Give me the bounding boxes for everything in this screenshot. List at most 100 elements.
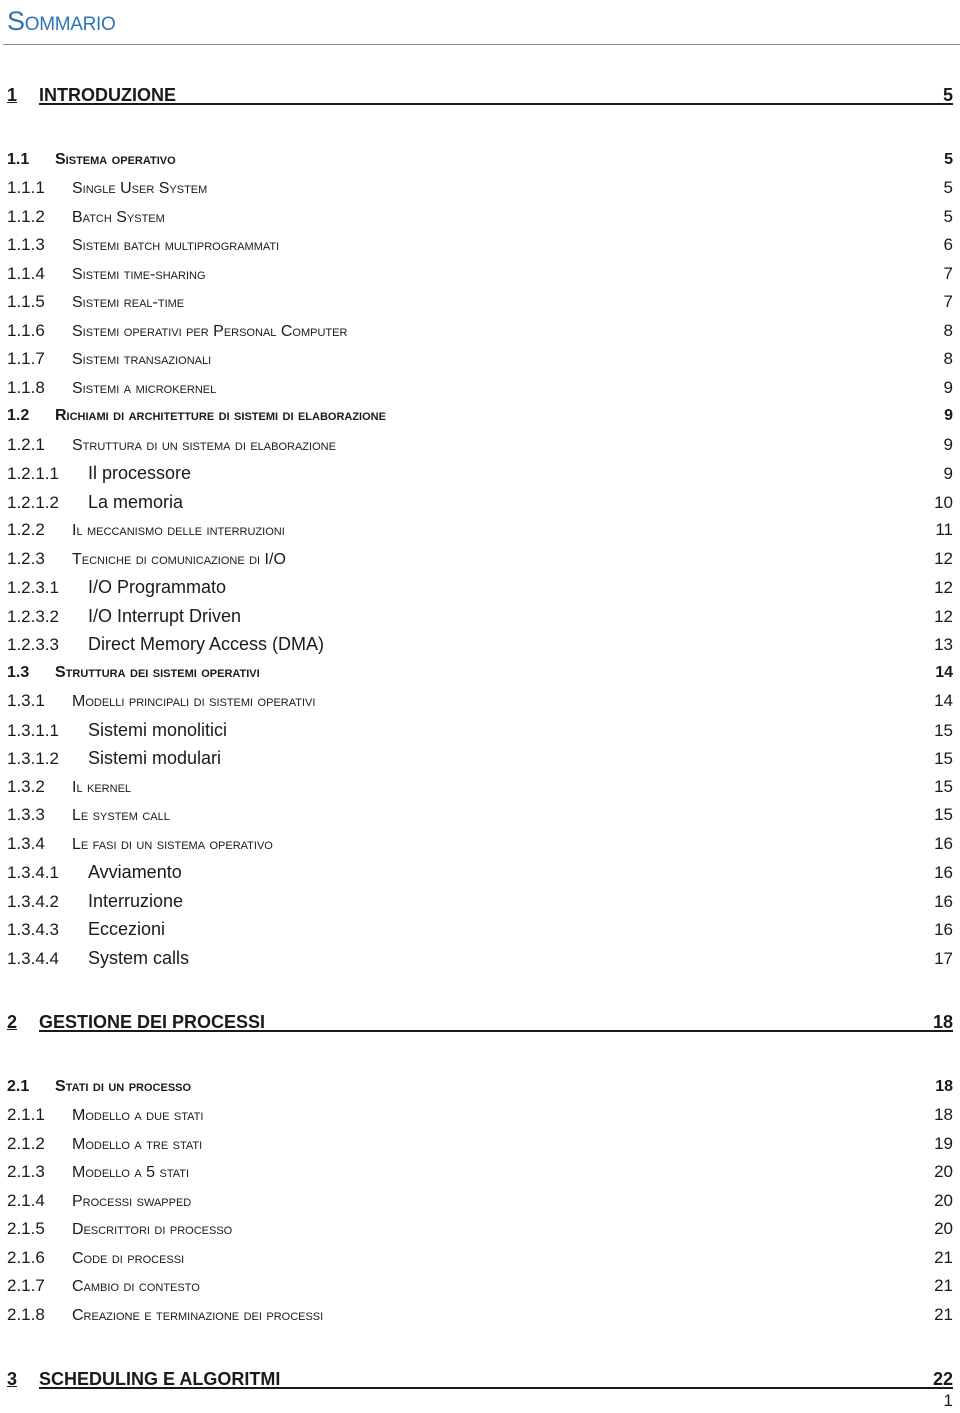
toc-entry[interactable]: 1.3.1.2 Sistemi modulari 15: [7, 745, 953, 771]
toc-entry-label[interactable]: Direct Memory Access (DMA): [88, 631, 934, 657]
toc-entry[interactable]: 1.3.2 Il kernel 15: [7, 774, 953, 800]
toc-entry[interactable]: 1.1.5 Sistemi real-time 7: [7, 289, 953, 315]
toc-entry-label[interactable]: Code di processi: [72, 1246, 934, 1272]
toc-entry[interactable]: 2.1 Stati di un processo 18: [7, 1074, 953, 1100]
toc-entry-page: 7: [943, 263, 953, 283]
toc-entry-page: 21: [934, 1304, 953, 1324]
toc-entry-label[interactable]: Modelli principali di sistemi operativi: [72, 689, 934, 715]
toc-entry-label[interactable]: Creazione e terminazione dei processi: [72, 1303, 934, 1329]
toc-entry-label[interactable]: Processi swapped: [72, 1189, 934, 1215]
toc-entry-page: 21: [934, 1276, 953, 1295]
toc-entry[interactable]: 1.2.3.3 Direct Memory Access (DMA) 13: [7, 631, 953, 657]
toc-entry-page: 16: [934, 863, 953, 882]
toc-entry-number: 2.1.8: [7, 1304, 45, 1324]
toc-entry[interactable]: 2 GESTIONE DEI PROCESSI 18: [7, 1009, 953, 1035]
toc-entry[interactable]: 1.1.1 Single User System 5: [7, 175, 953, 201]
toc-entry-label[interactable]: Le fasi di un sistema operativo: [72, 832, 934, 858]
toc-entry[interactable]: 1.1.8 Sistemi a microkernel 9: [7, 375, 953, 401]
toc-entry[interactable]: 1.2.1.1 Il processore 9: [7, 460, 953, 486]
toc-entry-page: 15: [934, 749, 953, 768]
toc-entry[interactable]: 1.2.1.2 La memoria 10: [7, 489, 953, 515]
page-number: 1: [943, 1391, 953, 1410]
toc-entry-label[interactable]: INTRODUZIONE: [39, 82, 943, 105]
toc-entry[interactable]: 1 INTRODUZIONE 5: [7, 82, 953, 108]
toc-entry-page: 8: [943, 349, 953, 368]
toc-entry[interactable]: 1.1.2 Batch System 5: [7, 204, 953, 230]
toc-entry-label[interactable]: Struttura dei sistemi operativi: [55, 660, 935, 686]
toc-entry-number: 1.2.1: [7, 434, 45, 454]
toc-entry[interactable]: 2.1.7 Cambio di contesto 21: [7, 1273, 953, 1299]
toc-entry-label[interactable]: Sistemi batch multiprogrammati: [72, 233, 944, 259]
toc-entry[interactable]: 1.1.7 Sistemi transazionali 8: [7, 346, 953, 372]
toc-entry-number: 1.1: [7, 150, 30, 168]
toc-entry-label[interactable]: Interruzione: [88, 888, 934, 914]
toc-entry[interactable]: 1.1.6 Sistemi operativi per Personal Comp…: [7, 318, 953, 344]
toc-entry-number: 1: [7, 85, 18, 105]
toc-entry[interactable]: 1.2 Richiami di architetture di sistemi d…: [7, 403, 953, 429]
toc-entry[interactable]: 1.3.1.1 Sistemi monolitici 15: [7, 717, 953, 743]
toc-entry-label[interactable]: Sistemi modulari: [88, 745, 934, 771]
toc-entry-label[interactable]: Descrittori di processo: [72, 1217, 934, 1243]
toc-entry[interactable]: 2.1.3 Modello a 5 stati 20: [7, 1159, 953, 1185]
toc-entry-label[interactable]: Richiami di architetture di sistemi di e…: [55, 403, 944, 429]
toc-entry-label[interactable]: SCHEDULING E ALGORITMI: [39, 1366, 933, 1389]
toc-entry-page: 5: [943, 178, 953, 197]
toc-entry[interactable]: 1.1 Sistema operativo 5: [7, 147, 953, 173]
toc-entry-page: 5: [944, 150, 953, 168]
toc-entry-label[interactable]: Sistema operativo: [55, 147, 944, 173]
toc-entry-label[interactable]: La memoria: [88, 489, 934, 515]
toc-entry[interactable]: 1.3.1 Modelli principali di sistemi opera…: [7, 688, 953, 714]
toc-entry[interactable]: 1.3.4.3 Eccezioni 16: [7, 916, 953, 942]
toc-entry[interactable]: 2.1.4 Processi swapped 20: [7, 1188, 953, 1214]
toc-entry-label[interactable]: Sistemi transazionali: [72, 347, 944, 373]
toc-entry[interactable]: 1.3.4.1 Avviamento 16: [7, 859, 953, 885]
toc-entry-label[interactable]: Sistemi operativi per Personal Computer: [72, 319, 944, 345]
toc-entry-label[interactable]: Sistemi a microkernel: [72, 376, 944, 402]
toc-entry-page: 12: [934, 578, 953, 597]
toc-entry-label[interactable]: Le system call: [72, 803, 934, 829]
toc-entry-label[interactable]: Sistemi monolitici: [88, 717, 934, 743]
toc-entry-label[interactable]: Struttura di un sistema di elaborazione: [72, 433, 944, 459]
toc-entry-label[interactable]: Avviamento: [88, 859, 934, 885]
toc-entry[interactable]: 1.2.3 Tecniche di comunicazione di I/O 12: [7, 546, 953, 572]
toc-entry[interactable]: 1.3.4 Le fasi di un sistema operativo 16: [7, 831, 953, 857]
toc-entry-label[interactable]: I/O Interrupt Driven: [88, 603, 934, 629]
toc-entry[interactable]: 1.3.4.4 System calls 17: [7, 945, 953, 971]
toc-entry-label[interactable]: System calls: [88, 945, 934, 971]
toc-entry-label[interactable]: Sistemi time-sharing: [72, 262, 944, 288]
toc-entry-label[interactable]: Tecniche di comunicazione di I/O: [72, 547, 934, 573]
toc-entry-label[interactable]: Modello a due stati: [72, 1103, 934, 1129]
toc-entry-label[interactable]: Batch System: [72, 205, 944, 231]
toc-entry-label[interactable]: Cambio di contesto: [72, 1274, 934, 1300]
toc-entry-label[interactable]: Modello a 5 stati: [72, 1160, 934, 1186]
toc-entry-number: 2.1.6: [7, 1247, 45, 1267]
toc-entry[interactable]: 3 SCHEDULING E ALGORITMI 22: [7, 1366, 953, 1392]
toc-entry-label[interactable]: Modello a tre stati: [72, 1132, 934, 1158]
toc-entry-page: 20: [934, 1162, 953, 1181]
toc-entry[interactable]: 2.1.5 Descrittori di processo 20: [7, 1216, 953, 1242]
toc-entry-label[interactable]: Single User System: [72, 176, 944, 202]
toc-entry[interactable]: 1.3.3 Le system call 15: [7, 802, 953, 828]
toc-entry-label[interactable]: GESTIONE DEI PROCESSI: [39, 1009, 933, 1032]
toc-entry[interactable]: 1.2.1 Struttura di un sistema di elaboraz…: [7, 432, 953, 458]
toc-entry-label[interactable]: Stati di un processo: [55, 1074, 935, 1100]
toc-entry-label[interactable]: Il meccanismo delle interruzioni: [72, 518, 935, 544]
toc-entry-label[interactable]: Eccezioni: [88, 916, 934, 942]
toc-entry[interactable]: 1.2.2 Il meccanismo delle interruzioni 11: [7, 517, 953, 543]
toc-entry[interactable]: 1.2.3.1 I/O Programmato 12: [7, 574, 953, 600]
toc-entry[interactable]: 1.3.4.2 Interruzione 16: [7, 888, 953, 914]
toc-entry[interactable]: 1.1.4 Sistemi time-sharing 7: [7, 261, 953, 287]
toc-entry[interactable]: 2.1.8 Creazione e terminazione dei proces…: [7, 1302, 953, 1328]
toc-entry[interactable]: 2.1.2 Modello a tre stati 19: [7, 1131, 953, 1157]
toc-entry[interactable]: 1.1.3 Sistemi batch multiprogrammati 6: [7, 232, 953, 258]
toc-entry-label[interactable]: Il processore: [88, 460, 944, 486]
toc-entry-number: 2: [7, 1012, 18, 1032]
toc-entry-label[interactable]: I/O Programmato: [88, 574, 934, 600]
toc-entry[interactable]: 2.1.1 Modello a due stati 18: [7, 1102, 953, 1128]
toc-entry-label[interactable]: Sistemi real-time: [72, 290, 944, 316]
toc-entry[interactable]: 2.1.6 Code di processi 21: [7, 1245, 953, 1271]
toc-entry-page: 9: [943, 377, 953, 397]
toc-entry[interactable]: 1.3 Struttura dei sistemi operativi 14: [7, 660, 953, 686]
toc-entry-label[interactable]: Il kernel: [72, 775, 934, 801]
toc-entry[interactable]: 1.2.3.2 I/O Interrupt Driven 12: [7, 603, 953, 629]
